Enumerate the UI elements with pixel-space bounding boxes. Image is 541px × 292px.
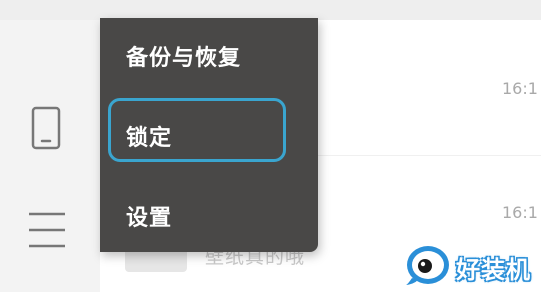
hamburger-menu-icon[interactable] <box>27 210 67 250</box>
status-area <box>0 0 541 20</box>
watermark: 好装机 <box>404 240 541 292</box>
watermark-logo-icon <box>404 242 452 286</box>
app-screen: 16:1 16:1 壁纸真的哦 备份与恢复 锁定 设置 好装机 <box>0 0 541 292</box>
phone-icon[interactable] <box>31 106 61 150</box>
menu-item-backup-restore[interactable]: 备份与恢复 <box>126 40 241 72</box>
menu-item-settings[interactable]: 设置 <box>126 200 172 232</box>
list-item-time: 16:1 <box>502 79 538 98</box>
sidebar <box>0 20 100 292</box>
list-item-time: 16:1 <box>502 203 538 222</box>
watermark-text: 好装机 <box>456 256 531 284</box>
lock-highlight-outline <box>108 98 286 162</box>
list-divider <box>318 155 541 156</box>
